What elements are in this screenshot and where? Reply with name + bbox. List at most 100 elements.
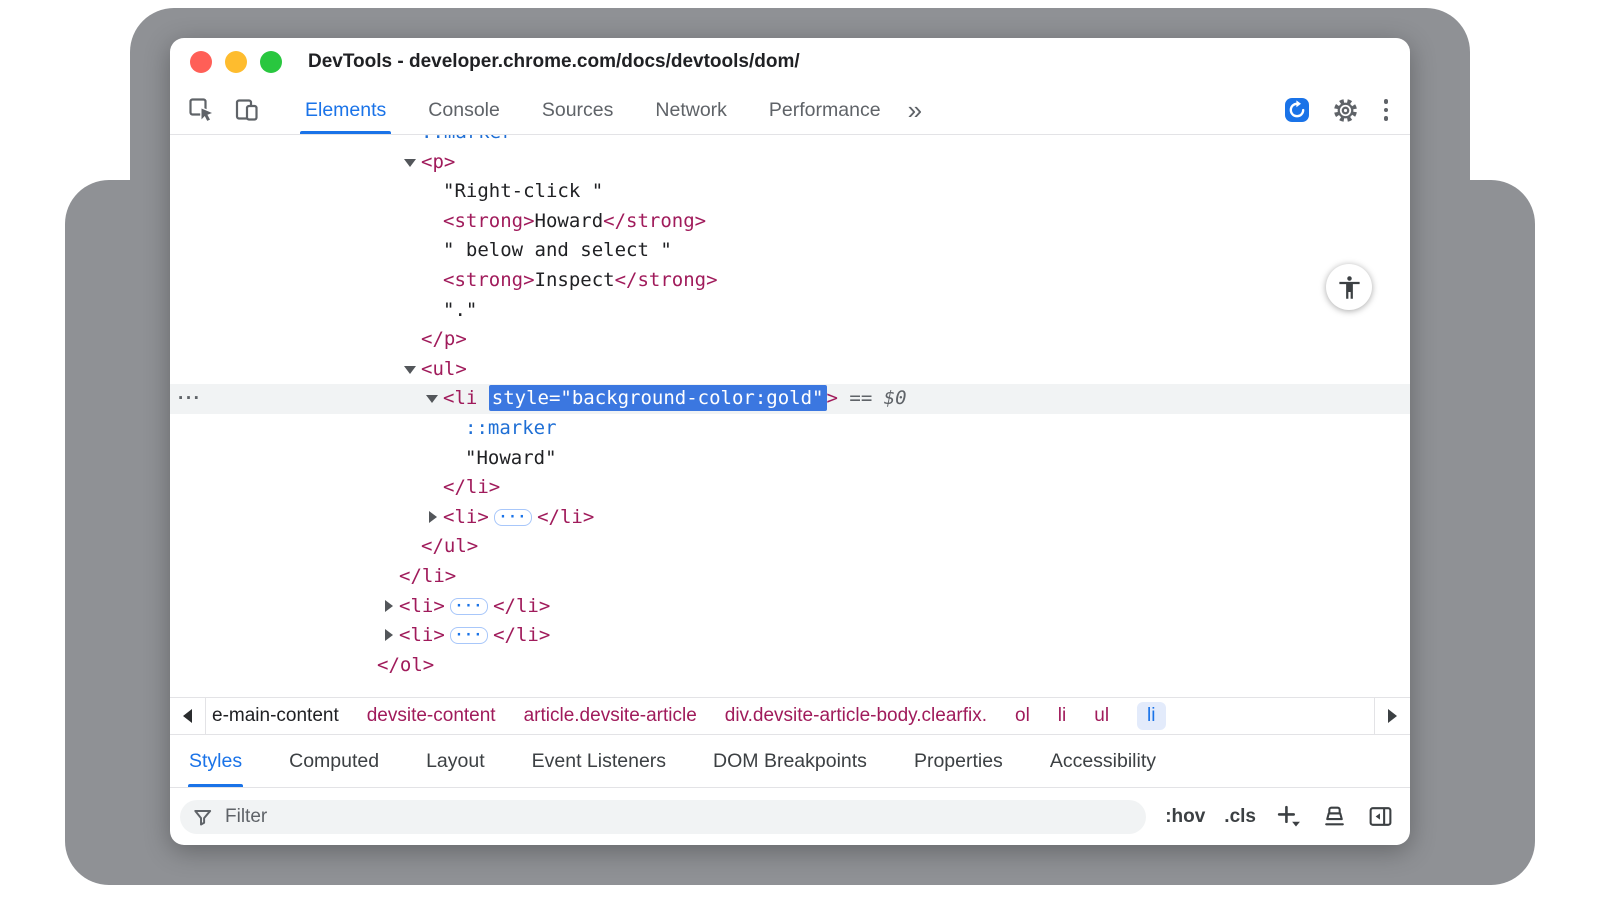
disclosure-arrow-icon[interactable] <box>424 508 443 527</box>
dom-node-row[interactable]: </li> <box>170 562 1410 592</box>
dom-node-row[interactable]: </li> <box>170 473 1410 503</box>
element-classes-button[interactable]: .cls <box>1224 806 1256 828</box>
dom-node-row[interactable]: "." <box>170 296 1410 326</box>
zoom-window-button[interactable] <box>260 51 282 73</box>
dom-node-row[interactable]: </p> <box>170 325 1410 355</box>
sidebar-toggle-icon[interactable] <box>1367 803 1394 830</box>
filter-input-wrapper[interactable] <box>180 800 1146 834</box>
filter-input[interactable] <box>223 805 1134 829</box>
tab-dom-breakpoints[interactable]: DOM Breakpoints <box>712 735 868 787</box>
tab-properties[interactable]: Properties <box>913 735 1004 787</box>
breadcrumb-item[interactable]: ol <box>1015 705 1030 727</box>
devtools-window: DevTools - developer.chrome.com/docs/dev… <box>170 38 1410 845</box>
code-token: </p> <box>421 328 467 350</box>
breadcrumb-item[interactable]: article.devsite-article <box>524 705 697 727</box>
breadcrumb-item[interactable]: ul <box>1094 705 1109 727</box>
disclosure-arrow-icon[interactable] <box>424 389 443 408</box>
code-token: "." <box>443 299 477 321</box>
filter-funnel-icon <box>192 806 214 828</box>
code-token: <strong> <box>443 269 535 291</box>
disclosure-arrow-icon[interactable] <box>402 153 421 172</box>
breadcrumb-item[interactable]: e-main-content <box>212 705 339 727</box>
more-tabs-icon[interactable]: » <box>908 97 922 123</box>
tab-elements[interactable]: Elements <box>284 86 407 134</box>
dom-node-row[interactable]: <p> <box>170 148 1410 178</box>
code-token: <li> <box>399 624 445 646</box>
dom-node-row[interactable]: " below and select " <box>170 236 1410 266</box>
code-token: </strong> <box>615 269 718 291</box>
tab-computed[interactable]: Computed <box>288 735 380 787</box>
code-token: </strong> <box>603 210 706 232</box>
expand-ellipsis-button[interactable]: ··· <box>450 627 488 644</box>
styles-filter-bar: :hov .cls <box>170 787 1410 845</box>
code-token: ::marker <box>421 135 513 143</box>
code-token: "Howard" <box>465 447 557 469</box>
tab-event-listeners[interactable]: Event Listeners <box>531 735 667 787</box>
code-token: "Right-click " <box>443 180 603 202</box>
tab-layout[interactable]: Layout <box>425 735 486 787</box>
devtools-toolbar: ElementsConsoleSourcesNetworkPerformance… <box>170 86 1410 135</box>
gear-icon[interactable] <box>1331 95 1361 125</box>
breadcrumb: e-main-content devsite-content article.dev… <box>206 698 1170 734</box>
tab-accessibility[interactable]: Accessibility <box>1049 735 1157 787</box>
disclosure-arrow-icon[interactable] <box>380 597 399 616</box>
breadcrumb-item[interactable]: li <box>1058 705 1066 727</box>
breadcrumb-scroll-left-button[interactable] <box>170 698 206 734</box>
code-token: <li> <box>399 595 445 617</box>
code-token: <strong> <box>443 210 535 232</box>
expand-ellipsis-button[interactable]: ··· <box>494 509 532 526</box>
tab-network[interactable]: Network <box>634 86 748 134</box>
breadcrumb-bar: e-main-content devsite-content article.dev… <box>170 697 1410 734</box>
kebab-menu-icon[interactable] <box>1380 95 1393 125</box>
dom-node-row[interactable]: <li> ··· </li> <box>170 621 1410 651</box>
code-token: </ul> <box>421 535 478 557</box>
code-token: == <box>838 387 884 409</box>
title-bar: DevTools - developer.chrome.com/docs/dev… <box>170 38 1410 86</box>
stamp-icon[interactable] <box>1321 803 1348 830</box>
dom-node-row[interactable]: </ol> <box>170 651 1410 681</box>
panel-tabs: ElementsConsoleSourcesNetworkPerformance <box>284 86 902 134</box>
disclosure-arrow-icon[interactable] <box>402 360 421 379</box>
breadcrumb-item[interactable]: div.devsite-article-body.clearfix. <box>725 705 987 727</box>
inspect-element-icon[interactable] <box>186 95 216 125</box>
dom-node-row[interactable]: <ul> <box>170 355 1410 385</box>
code-token: </li> <box>443 476 500 498</box>
more-actions-icon[interactable]: ··· <box>178 384 201 414</box>
tab-performance[interactable]: Performance <box>748 86 902 134</box>
expand-ellipsis-button[interactable]: ··· <box>450 598 488 615</box>
breadcrumb-item[interactable]: li <box>1137 702 1165 730</box>
toggle-element-state-button[interactable]: :hov <box>1165 806 1205 828</box>
tab-sources[interactable]: Sources <box>521 86 635 134</box>
dom-node-row[interactable]: <strong>Inspect</strong> <box>170 266 1410 296</box>
accessibility-person-icon <box>1336 274 1363 301</box>
code-token: <li <box>443 387 489 409</box>
code-token: Inspect <box>535 269 615 291</box>
dom-node-row[interactable]: "Right-click " <box>170 177 1410 207</box>
tab-console[interactable]: Console <box>407 86 521 134</box>
dom-node-row[interactable]: <li>···</li> <box>170 503 1410 533</box>
dom-node-row[interactable]: ::marker <box>170 135 1410 148</box>
dom-node-row[interactable]: "Howard" <box>170 444 1410 474</box>
breadcrumb-scroll-right-button[interactable] <box>1374 698 1410 734</box>
tab-styles[interactable]: Styles <box>188 735 243 787</box>
code-token: </li> <box>493 624 550 646</box>
dom-node-row[interactable]: <strong>Howard</strong> <box>170 207 1410 237</box>
dom-node-row[interactable]: ::marker <box>170 414 1410 444</box>
minimize-window-button[interactable] <box>225 51 247 73</box>
new-style-rule-button[interactable] <box>1275 803 1302 830</box>
breadcrumb-item[interactable]: devsite-content <box>367 705 496 727</box>
sync-icon[interactable] <box>1282 95 1312 125</box>
dom-node-row[interactable]: </ul> <box>170 532 1410 562</box>
page-background: DevTools - developer.chrome.com/docs/dev… <box>0 0 1600 908</box>
selected-attribute-text: style="background-color:gold" <box>489 385 827 411</box>
disclosure-arrow-icon[interactable] <box>380 626 399 645</box>
accessibility-button[interactable] <box>1326 264 1372 310</box>
dom-node-row[interactable]: ···<li style="background-color:gold"> ==… <box>170 384 1410 414</box>
code-token: " below and select " <box>443 239 672 261</box>
device-toolbar-icon[interactable] <box>232 95 262 125</box>
left-arrow-icon <box>183 709 192 723</box>
close-window-button[interactable] <box>190 51 212 73</box>
code-token: </ol> <box>377 654 434 676</box>
code-token: ::marker <box>465 417 557 439</box>
dom-node-row[interactable]: <li>···</li> <box>170 592 1410 622</box>
